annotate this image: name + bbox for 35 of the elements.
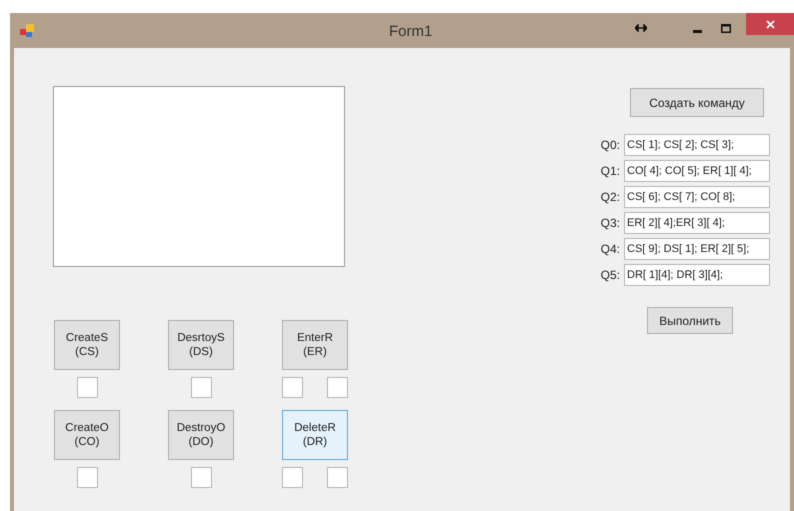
queue-label: Q1: [600, 163, 620, 180]
input-field[interactable] [76, 377, 98, 398]
queue-label: Q5: [600, 267, 620, 284]
queue-field[interactable]: CS[ 6]; CS[ 7]; CO[ 8]; [624, 186, 770, 208]
window-title: Form1 [389, 22, 432, 42]
queue-field[interactable]: DR[ 1][4]; DR[ 3][4]; [624, 264, 770, 286]
create-command-button[interactable]: Создать команду [630, 88, 764, 117]
maximize-icon [721, 24, 731, 32]
queue-label: Q2: [600, 189, 620, 206]
queue-field[interactable]: CO[ 4]; CO[ 5]; ER[ 1][ 4]; [624, 160, 770, 182]
minimize-icon [692, 30, 702, 33]
command-button[interactable]: DeleteR (DR) [282, 410, 348, 460]
queue-field[interactable]: CS[ 1]; CS[ 2]; CS[ 3]; [624, 134, 770, 156]
close-icon [766, 20, 774, 28]
input-field[interactable] [190, 377, 212, 398]
input-field[interactable] [76, 467, 98, 488]
input-field[interactable] [282, 467, 303, 488]
resize-icon [635, 24, 647, 32]
command-button[interactable]: DesrtoyS (DS) [168, 320, 234, 370]
run-button[interactable]: Выполнить [647, 307, 733, 334]
queue-label: Q3: [600, 215, 620, 232]
queue-field[interactable]: CS[ 9]; DS[ 1]; ER[ 2][ 5]; [624, 238, 770, 260]
command-button[interactable]: CreateO (CO) [54, 410, 120, 460]
queue-label: Q0: [600, 137, 620, 154]
close-button[interactable] [746, 13, 794, 35]
input-field[interactable] [327, 377, 348, 398]
command-button[interactable]: DestroyO (DO) [168, 410, 234, 460]
input-field[interactable] [190, 467, 212, 488]
input-field[interactable] [282, 377, 303, 398]
queue-field[interactable]: ER[ 2][ 4];ER[ 3][ 4]; [624, 212, 770, 234]
app-icon [20, 24, 34, 38]
input-field[interactable] [327, 467, 348, 488]
queue-label: Q4: [600, 241, 620, 258]
command-button[interactable]: EnterR (ER) [282, 320, 348, 370]
command-button[interactable]: CreateS (CS) [54, 320, 120, 370]
